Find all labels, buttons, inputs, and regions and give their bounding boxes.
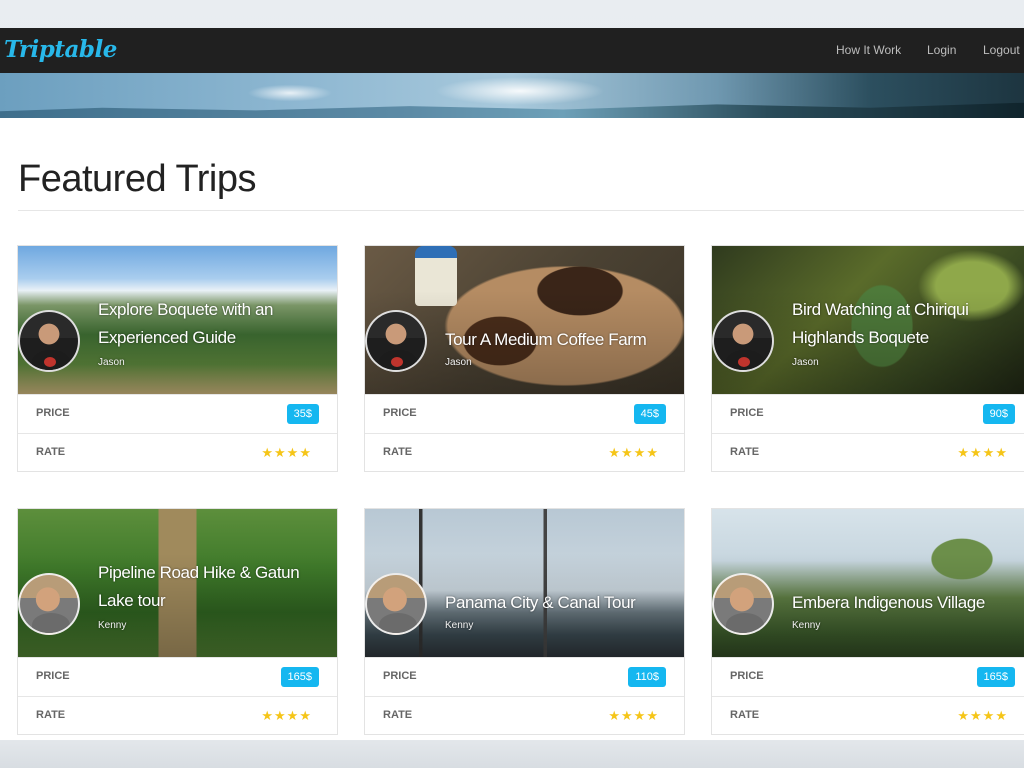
price-label: PRICE — [36, 407, 70, 419]
rate-row: RATE ★★★★ — [365, 696, 684, 735]
rate-label: RATE — [36, 709, 66, 721]
trip-author: Jason — [445, 357, 472, 368]
trip-title[interactable]: Tour A Medium Coffee Farm — [445, 326, 681, 354]
rate-label: RATE — [730, 709, 760, 721]
guide-avatar[interactable] — [18, 573, 80, 635]
trip-image: Bird Watching at Chiriqui Highlands Boqu… — [712, 246, 1024, 394]
price-badge: 45$ — [633, 404, 666, 424]
rating-stars-icon: ★★★★ — [261, 445, 312, 460]
avatar-shirt — [726, 613, 764, 633]
trip-author: Kenny — [98, 620, 127, 631]
rate-row: RATE ★★★★ — [18, 696, 337, 735]
guide-avatar[interactable] — [365, 573, 427, 635]
rate-label: RATE — [383, 446, 413, 458]
trip-image: Embera Indigenous Village Kenny — [712, 509, 1024, 657]
nav-link-how-it-work[interactable]: How It Work — [836, 43, 901, 57]
title-divider — [18, 210, 1024, 211]
main-content: Featured Trips Explore Boquete with an E… — [0, 118, 1024, 740]
hero-mountain-ridge — [0, 102, 1024, 118]
rate-label: RATE — [383, 709, 413, 721]
price-label: PRICE — [730, 670, 764, 682]
guide-avatar[interactable] — [18, 310, 80, 372]
avatar-shirt-logo — [44, 357, 56, 367]
guide-avatar[interactable] — [712, 310, 774, 372]
price-badge: 110$ — [628, 667, 666, 687]
trip-author: Jason — [98, 357, 125, 368]
avatar-shirt-logo — [738, 357, 750, 367]
avatar-shirt — [379, 613, 417, 633]
price-row: PRICE 110$ — [365, 657, 684, 696]
trip-author: Kenny — [792, 620, 821, 631]
page-title: Featured Trips — [18, 158, 257, 200]
trip-card[interactable]: Embera Indigenous Village Kenny PRICE 16… — [711, 508, 1024, 735]
brand-logo[interactable]: Triptable — [4, 36, 117, 63]
rate-label: RATE — [730, 446, 760, 458]
price-badge: 35$ — [286, 404, 319, 424]
price-badge: 165$ — [976, 667, 1015, 687]
trip-image: Explore Boquete with an Experienced Guid… — [18, 246, 337, 394]
trip-title[interactable]: Pipeline Road Hike & Gatun Lake tour — [98, 559, 334, 615]
trip-image: Panama City & Canal Tour Kenny — [365, 509, 684, 657]
price-row: PRICE 35$ — [18, 394, 337, 433]
trip-card[interactable]: Explore Boquete with an Experienced Guid… — [17, 245, 338, 472]
trip-image: Pipeline Road Hike & Gatun Lake tour Ken… — [18, 509, 337, 657]
rate-row: RATE ★★★★ — [365, 433, 684, 472]
price-label: PRICE — [383, 670, 417, 682]
trip-card[interactable]: Panama City & Canal Tour Kenny PRICE 110… — [364, 508, 685, 735]
trip-author: Jason — [792, 357, 819, 368]
rate-row: RATE ★★★★ — [18, 433, 337, 472]
trip-card[interactable]: Bird Watching at Chiriqui Highlands Boqu… — [711, 245, 1024, 472]
price-row: PRICE 90$ — [712, 394, 1024, 433]
trip-title[interactable]: Explore Boquete with an Experienced Guid… — [98, 296, 334, 352]
hero-banner-image — [0, 73, 1024, 118]
trip-author: Kenny — [445, 620, 474, 631]
rate-label: RATE — [36, 446, 66, 458]
navbar: Triptable How It Work Login Logout — [0, 28, 1024, 73]
bottom-frame — [0, 740, 1024, 768]
nav-link-login[interactable]: Login — [927, 43, 956, 57]
avatar-shirt-logo — [391, 357, 403, 367]
trip-title[interactable]: Bird Watching at Chiriqui Highlands Boqu… — [792, 296, 1024, 352]
avatar-shirt — [32, 613, 70, 633]
rate-row: RATE ★★★★ — [712, 696, 1024, 735]
guide-avatar[interactable] — [365, 310, 427, 372]
price-label: PRICE — [730, 407, 764, 419]
price-row: PRICE 165$ — [712, 657, 1024, 696]
trip-card[interactable]: Pipeline Road Hike & Gatun Lake tour Ken… — [17, 508, 338, 735]
price-row: PRICE 45$ — [365, 394, 684, 433]
rating-stars-icon: ★★★★ — [608, 708, 659, 723]
price-label: PRICE — [383, 407, 417, 419]
rating-stars-icon: ★★★★ — [957, 708, 1008, 723]
price-badge: 165$ — [280, 667, 319, 687]
trip-card[interactable]: Tour A Medium Coffee Farm Jason PRICE 45… — [364, 245, 685, 472]
rating-stars-icon: ★★★★ — [957, 445, 1008, 460]
trip-title[interactable]: Embera Indigenous Village — [792, 589, 1024, 617]
guide-avatar[interactable] — [712, 573, 774, 635]
price-row: PRICE 165$ — [18, 657, 337, 696]
nav-link-logout[interactable]: Logout — [983, 43, 1020, 57]
price-badge: 90$ — [982, 404, 1015, 424]
rate-row: RATE ★★★★ — [712, 433, 1024, 472]
rating-stars-icon: ★★★★ — [261, 708, 312, 723]
trip-title[interactable]: Panama City & Canal Tour — [445, 589, 681, 617]
trip-image: Tour A Medium Coffee Farm Jason — [365, 246, 684, 394]
screen-frame: Triptable How It Work Login Logout Featu… — [0, 0, 1024, 768]
rating-stars-icon: ★★★★ — [608, 445, 659, 460]
price-label: PRICE — [36, 670, 70, 682]
